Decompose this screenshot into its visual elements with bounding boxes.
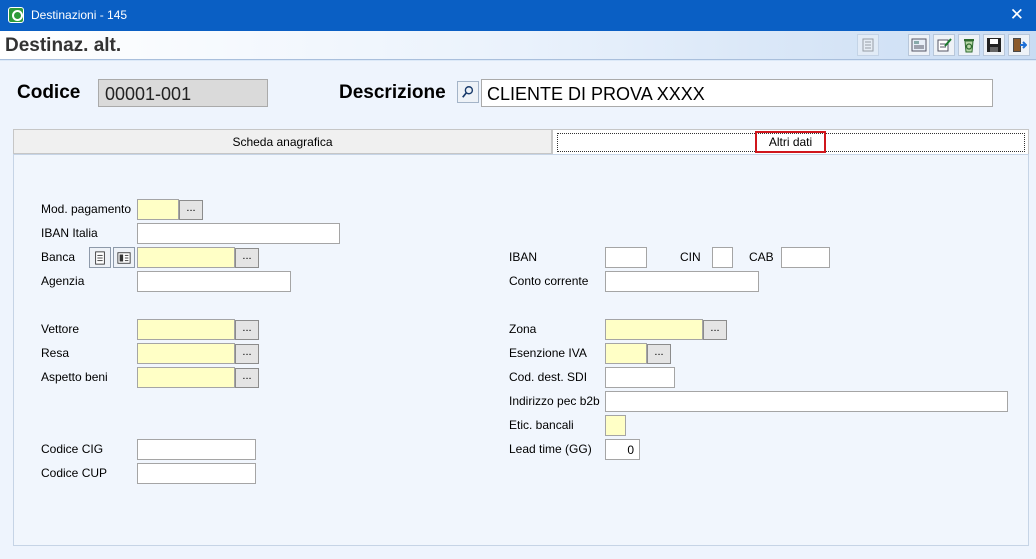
- tab-altri-dati[interactable]: Altri dati: [552, 129, 1029, 154]
- codice-cig-label: Codice CIG: [41, 442, 104, 456]
- mod-pagamento-label: Mod. pagamento: [41, 202, 132, 216]
- zona-lookup-button[interactable]: ...: [703, 320, 727, 340]
- card-icon: [117, 251, 131, 264]
- conto-corrente-label: Conto corrente: [509, 274, 589, 288]
- banca-field[interactable]: [137, 247, 235, 268]
- edit-doc-button[interactable]: [933, 34, 955, 56]
- list-button[interactable]: [857, 34, 879, 56]
- esenzione-iva-label: Esenzione IVA: [509, 346, 587, 360]
- indirizzo-pec-field[interactable]: [605, 391, 1008, 412]
- etic-bancali-field[interactable]: [605, 415, 626, 436]
- report-button[interactable]: [908, 34, 930, 56]
- edit-doc-icon: [937, 38, 952, 52]
- vettore-label: Vettore: [41, 322, 80, 336]
- cab-label: CAB: [749, 250, 774, 264]
- lead-time-field[interactable]: 0: [605, 439, 640, 460]
- aspetto-beni-label: Aspetto beni: [41, 370, 108, 384]
- agenzia-label: Agenzia: [41, 274, 85, 288]
- window-title: Destinazioni - 145: [31, 8, 128, 22]
- save-button[interactable]: [983, 34, 1005, 56]
- page-title: Destinaz. alt.: [5, 35, 122, 56]
- list-icon: [862, 38, 874, 52]
- iban-italia-label: IBAN Italia: [41, 226, 98, 240]
- save-icon: [987, 38, 1001, 52]
- descrizione-field[interactable]: CLIENTE DI PROVA XXXX: [481, 79, 993, 107]
- title-bar: Destinazioni - 145 ✕: [0, 0, 1036, 31]
- vettore-field[interactable]: [137, 319, 235, 340]
- descrizione-search-button[interactable]: [457, 81, 479, 103]
- resa-lookup-button[interactable]: ...: [235, 344, 259, 364]
- cin-field[interactable]: [712, 247, 733, 268]
- zona-field[interactable]: [605, 319, 703, 340]
- agenzia-field[interactable]: [137, 271, 291, 292]
- codice-label: Codice: [17, 82, 81, 103]
- conto-corrente-field[interactable]: [605, 271, 759, 292]
- aspetto-beni-field[interactable]: [137, 367, 235, 388]
- tab-scheda-anagrafica[interactable]: Scheda anagrafica: [13, 129, 552, 154]
- list-icon: [95, 250, 105, 265]
- cin-label: CIN: [680, 250, 701, 264]
- aspetto-beni-lookup-button[interactable]: ...: [235, 368, 259, 388]
- codice-cig-field[interactable]: [137, 439, 256, 460]
- close-icon[interactable]: ✕: [1010, 5, 1024, 25]
- recycle-icon: [964, 39, 974, 53]
- banca-lookup-button[interactable]: ...: [235, 248, 259, 268]
- codice-field: 00001-001: [98, 79, 268, 107]
- cod-dest-sdi-field[interactable]: [605, 367, 675, 388]
- indirizzo-pec-label: Indirizzo pec b2b: [509, 394, 600, 408]
- banca-label: Banca: [41, 250, 76, 264]
- codice-cup-label: Codice CUP: [41, 466, 108, 480]
- etic-bancali-label: Etic. bancali: [509, 418, 574, 432]
- esenzione-iva-field[interactable]: [605, 343, 647, 364]
- lead-time-label: Lead time (GG): [509, 442, 592, 456]
- vettore-lookup-button[interactable]: ...: [235, 320, 259, 340]
- resa-label: Resa: [41, 346, 70, 360]
- search-icon: [462, 86, 474, 98]
- report-icon: [911, 38, 927, 52]
- banca-card-button[interactable]: [113, 247, 135, 268]
- exit-button[interactable]: [1008, 34, 1030, 56]
- zona-label: Zona: [509, 322, 537, 336]
- exit-icon: [1013, 38, 1027, 52]
- app-icon: [8, 7, 24, 23]
- cod-dest-sdi-label: Cod. dest. SDI: [509, 370, 588, 384]
- cab-field[interactable]: [781, 247, 830, 268]
- tab-altri-dati-label: Altri dati: [754, 131, 827, 153]
- descrizione-label: Descrizione: [339, 82, 446, 103]
- recycle-button[interactable]: [958, 34, 980, 56]
- iban-italia-field[interactable]: [137, 223, 340, 244]
- tab-scheda-anagrafica-label: Scheda anagrafica: [232, 134, 333, 149]
- codice-cup-field[interactable]: [137, 463, 256, 484]
- mod-pagamento-lookup-button[interactable]: ...: [179, 200, 203, 220]
- iban-field[interactable]: [605, 247, 647, 268]
- iban-label: IBAN: [509, 250, 538, 264]
- esenzione-iva-lookup-button[interactable]: ...: [647, 344, 671, 364]
- resa-field[interactable]: [137, 343, 235, 364]
- mod-pagamento-field[interactable]: [137, 199, 179, 220]
- banca-list-button[interactable]: [89, 247, 111, 268]
- form-header: Destinaz. alt.: [0, 31, 1036, 60]
